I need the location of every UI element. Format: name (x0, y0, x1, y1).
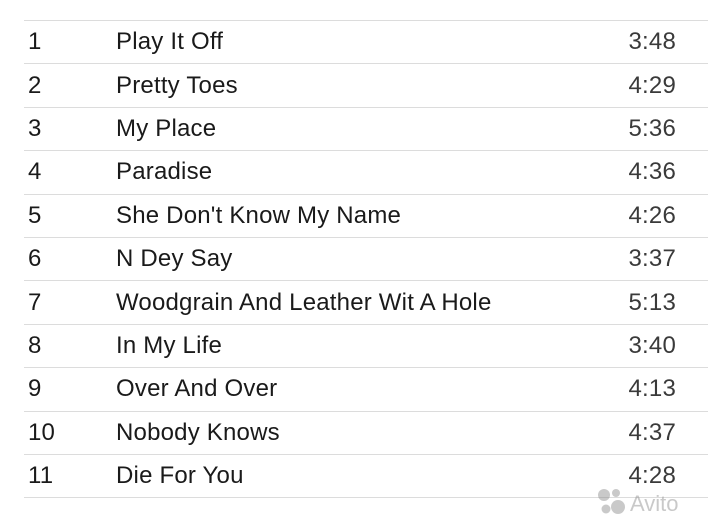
track-number: 8 (28, 331, 42, 359)
track-row[interactable]: 5 She Don't Know My Name 4:26 (24, 195, 708, 238)
track-row[interactable]: 6 N Dey Say 3:37 (24, 238, 708, 282)
track-duration: 4:37 (628, 418, 676, 446)
track-duration: 5:36 (628, 114, 676, 142)
track-duration: 4:36 (628, 158, 676, 186)
track-title: N Dey Say (116, 245, 233, 273)
track-title: In My Life (116, 331, 223, 359)
track-number: 10 (28, 418, 56, 446)
track-title: Die For You (116, 462, 244, 490)
track-duration: 3:40 (628, 331, 676, 359)
track-row[interactable]: 7 Woodgrain And Leather Wit A Hole 5:13 (24, 281, 708, 325)
svg-text:Avito: Avito (630, 491, 679, 516)
track-title: Nobody Knows (116, 418, 280, 446)
track-number: 4 (28, 158, 42, 186)
track-row[interactable]: 2 Pretty Toes 4:29 (24, 64, 708, 108)
track-number: 3 (28, 114, 42, 142)
track-title: Over And Over (116, 375, 278, 403)
track-number: 5 (28, 201, 42, 229)
track-title: Paradise (116, 158, 213, 186)
track-duration: 4:29 (628, 71, 676, 99)
track-number: 6 (28, 245, 42, 273)
track-duration: 5:13 (628, 288, 676, 316)
track-duration: 4:13 (628, 375, 676, 403)
track-title: Woodgrain And Leather Wit A Hole (116, 288, 492, 316)
track-row[interactable]: 8 In My Life 3:40 (24, 325, 708, 369)
track-number: 9 (28, 375, 42, 403)
track-list: 1 Play It Off 3:48 2 Pretty Toes 4:29 3 … (24, 20, 708, 499)
track-title: Pretty Toes (116, 71, 238, 99)
track-row[interactable]: 4 Paradise 4:36 (24, 151, 708, 195)
track-row[interactable]: 3 My Place 5:36 (24, 108, 708, 152)
track-row[interactable]: 9 Over And Over 4:13 (24, 368, 708, 412)
track-number: 7 (28, 288, 42, 316)
track-row[interactable]: 1 Play It Off 3:48 (24, 21, 708, 65)
track-duration: 4:26 (628, 201, 676, 229)
track-number: 1 (28, 28, 42, 56)
track-title: My Place (116, 114, 217, 142)
track-title: Play It Off (116, 28, 224, 56)
avito-watermark-logo: Avito (598, 489, 679, 516)
track-duration: 3:37 (628, 245, 676, 273)
track-number: 11 (28, 462, 54, 490)
track-number: 2 (28, 71, 42, 99)
track-duration: 3:48 (628, 28, 676, 56)
track-row[interactable]: 10 Nobody Knows 4:37 (24, 412, 708, 455)
track-title: She Don't Know My Name (116, 201, 402, 229)
